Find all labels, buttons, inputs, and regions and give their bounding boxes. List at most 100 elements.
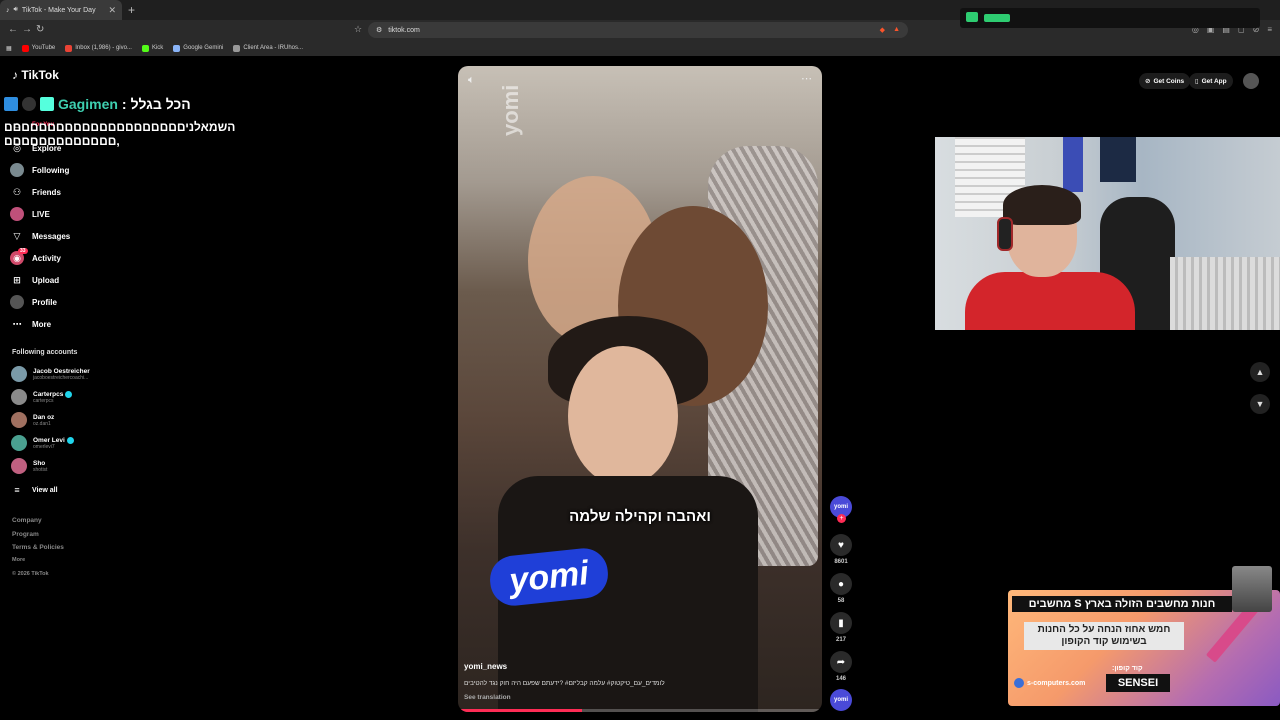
messages-icon: ▽ [13,230,21,241]
phone-icon: ▯ [1195,78,1199,85]
gmail-icon [65,44,73,52]
save-count: 217 [835,637,846,643]
webcam-content-shape [1170,257,1280,330]
account-name: Dan oz [33,414,54,421]
chat-avatar-icon [22,97,36,111]
sidebar-item-messages[interactable]: ▽ Messages [10,229,71,243]
audio-level-meter [984,14,1010,22]
bookmark-inbox[interactable]: Inbox (1,986) - givo... [65,44,132,52]
footer-link[interactable]: Terms & Policies [12,544,64,551]
back-icon[interactable]: ← [8,24,18,35]
view-all-link[interactable]: ≡ View all [10,483,57,497]
following-avatar-icon [10,163,24,177]
brave-rewards-icon[interactable]: ▲ [893,26,900,34]
brave-shield-icon[interactable]: ◆ [880,26,885,34]
sidebar-item-label: LIVE [32,209,50,219]
account-text: Dan oz oz.dan1 [33,414,54,427]
share-icon[interactable]: ➦ [830,651,852,673]
following-account-item[interactable]: Omer Levi omerlevi7 [11,435,74,451]
stream-overlay-bar [960,8,1260,28]
sidebar-item-friends[interactable]: ⚇ Friends [10,185,61,199]
coin-icon: ⊘ [1145,78,1151,85]
globe-icon [233,44,241,52]
tiktok-logo[interactable]: ♪ TikTok [12,68,59,82]
video-progress-bar[interactable] [458,709,822,712]
sidebar-item-following[interactable]: Following [10,163,69,177]
account-name: Omer Levi [33,436,74,444]
sidebar-item-more[interactable]: ⋯ More [10,317,52,331]
video-watermark: yomi [498,84,523,136]
webcam-content-shape [1100,137,1136,182]
video-subtitle: ואהבה וקהילה שלמה [569,508,711,525]
sidebar-item-label: Upload [32,275,60,285]
browser-tab[interactable]: ♪ 🔊︎ TikTok - Make Your Day ✕ [0,0,122,20]
account-name-text: Dan oz [33,413,55,421]
menu-icon[interactable]: ≡ [1267,25,1272,34]
bookmark-star-icon[interactable]: ☆ [354,24,362,35]
account-text: Carterpcs carterpcs [33,390,73,404]
bookmark-kick[interactable]: Kick [141,44,163,52]
bookmark-gemini[interactable]: Google Gemini [173,44,223,52]
user-avatar[interactable] [1243,73,1259,89]
account-handle: carterpcs [33,397,54,404]
account-name-text: Jacob Oestreicher [33,367,90,375]
bookmark-youtube[interactable]: YouTube [21,44,55,52]
next-video-button[interactable]: ▼ [1250,394,1270,414]
share-count: 146 [835,676,846,682]
bookmark-icon[interactable]: ▮ [830,612,852,634]
ad-pc-image [1232,566,1272,612]
sidebar-item-label: More [32,319,52,329]
sidebar-item-upload[interactable]: ⊞ Upload [10,273,59,287]
footer-link[interactable]: Program [12,531,39,538]
share-action: ➦ 146 [830,651,852,682]
sponsor-ad: חנות מחשבים הזולה בארץ S מחשבים חמש אחוז… [1008,566,1280,706]
account-text: Jacob Oestreicher jacoboestreichercoachi.… [33,368,90,381]
url-input[interactable]: ⚙ tiktok.com ◆ ▲ [368,22,908,38]
video-author[interactable]: yomi_news [464,662,507,671]
verified-badge-icon [66,436,74,444]
friends-icon: ⚇ [12,186,22,197]
tab-close-icon[interactable]: ✕ [108,5,116,16]
ad-site: s-computers.com [1014,678,1085,688]
tab-audio-icon[interactable]: 🔊︎ [14,6,18,14]
forward-icon[interactable]: → [22,24,32,35]
footer-link[interactable]: Company [12,517,42,524]
account-text: Sho shotist [33,460,47,473]
volume-icon[interactable]: 🔈︎ [468,74,475,87]
comment-icon[interactable]: ● [830,573,852,595]
new-tab-button[interactable]: + [128,3,135,17]
music-disc-icon[interactable]: yomi [830,689,852,711]
account-name-text: Sho [33,459,46,467]
sidebar-item-profile[interactable]: Profile [10,295,57,309]
avatar [11,389,27,405]
sidebar-item-activity[interactable]: ◉ Activity 33 [10,248,61,265]
following-account-item[interactable]: Sho shotist [11,458,47,474]
following-account-item[interactable]: Dan oz oz.dan1 [11,412,54,428]
heart-icon[interactable]: ♥ [830,534,852,556]
sidebar-item-label: Activity [32,253,61,263]
reload-icon[interactable]: ↻ [36,24,44,35]
following-account-item[interactable]: Jacob Oestreicher jacoboestreichercoachi.… [11,366,90,382]
following-account-item[interactable]: Carterpcs carterpcs [11,389,73,405]
save-action: ▮ 217 [830,612,852,643]
get-coins-button[interactable]: ⊘ Get Coins [1139,73,1191,89]
bookmark-client-area[interactable]: Client Area - IRUhos... [233,44,303,52]
video-player[interactable]: yomi 🔈︎ ⋯ ואהבה וקהילה שלמה yomi yomi_ne… [458,66,822,712]
chat-badge-icon [4,97,18,111]
site-info-icon[interactable]: ⚙ [376,26,382,34]
previous-video-button[interactable]: ▲ [1250,362,1270,382]
sidebar-item-label: Profile [32,297,57,307]
follow-plus-icon[interactable]: + [837,514,846,523]
footer-link[interactable]: More [12,557,25,563]
apps-grid-icon[interactable]: ▦ [6,45,12,52]
ad-coupon-code: SENSEI [1106,674,1170,692]
get-app-button[interactable]: ▯ Get App [1189,73,1233,89]
see-translation-link[interactable]: See translation [464,694,511,701]
more-options-icon[interactable]: ⋯ [801,72,812,85]
footer-link[interactable]: © 2026 TikTok [12,571,49,577]
account-name-text: Omer Levi [33,436,65,444]
following-accounts-title: Following accounts [12,349,78,356]
video-content-shape [568,346,678,486]
chat-hebrew-text: הכל בגלל [130,96,191,112]
sidebar-item-live[interactable]: LIVE [10,207,50,221]
